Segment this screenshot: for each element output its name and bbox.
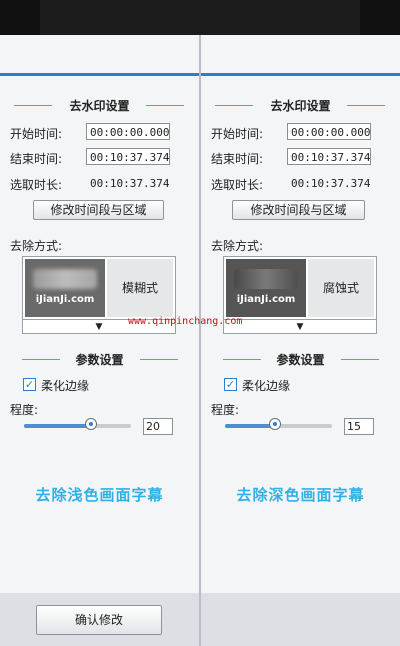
degree-slider-handle[interactable] xyxy=(85,418,98,430)
settings-panel-right: 去水印设置 开始时间: 00:00:00.000 结束时间: 00:10:37.… xyxy=(201,35,400,646)
caption-dark-subtitles: 去除深色画面字幕 xyxy=(236,486,365,504)
watermark-site-text: www.qinpinchang.com xyxy=(128,316,243,327)
method-dropdown[interactable]: ▼ xyxy=(223,320,377,334)
chevron-down-icon: ▼ xyxy=(296,322,304,332)
panel-accent-bar xyxy=(201,73,400,76)
thumbnail-watermark-text: iJianJi.com xyxy=(35,294,95,305)
end-time-field[interactable]: 00:10:37.374 xyxy=(287,148,371,165)
settings-panel-left: 去水印设置 开始时间: 00:00:00.000 结束时间: 00:10:37.… xyxy=(0,35,199,646)
start-time-label: 开始时间: xyxy=(211,127,264,141)
start-time-field[interactable]: 00:00:00.000 xyxy=(86,123,170,140)
modify-range-button[interactable]: 修改时间段与区域 xyxy=(232,200,365,220)
degree-input[interactable]: 20 xyxy=(143,418,173,435)
end-time-label: 结束时间: xyxy=(10,152,63,166)
method-thumbnail: iJianJi.com xyxy=(25,259,105,317)
degree-slider-fill xyxy=(225,424,276,428)
start-time-field[interactable]: 00:00:00.000 xyxy=(287,123,371,140)
soften-edge-label: 柔化边缘 xyxy=(41,379,90,393)
method-name: 腐蚀式 xyxy=(308,259,374,317)
top-bar xyxy=(0,0,400,35)
duration-value: 00:10:37.374 xyxy=(90,177,170,190)
section-title: 去水印设置 xyxy=(69,99,130,113)
checkmark-icon: ✓ xyxy=(225,378,236,391)
params-title: 参数设置 xyxy=(276,353,325,367)
degree-slider-fill xyxy=(24,424,92,428)
panel-footer: 确认修改 xyxy=(0,593,199,646)
removal-method-selector[interactable]: iJianJi.com 模糊式 xyxy=(22,256,176,320)
method-thumbnail: iJianJi.com xyxy=(226,259,306,317)
end-time-label: 结束时间: xyxy=(211,152,264,166)
chevron-down-icon: ▼ xyxy=(95,322,103,332)
section-params: 参数设置 xyxy=(201,351,400,367)
panel-footer xyxy=(201,593,400,646)
modify-range-button[interactable]: 修改时间段与区域 xyxy=(33,200,164,220)
confirm-modify-button[interactable]: 确认修改 xyxy=(36,605,162,635)
section-params: 参数设置 xyxy=(0,351,199,367)
top-bar-right-block xyxy=(360,0,400,35)
removal-method-selector[interactable]: iJianJi.com 腐蚀式 xyxy=(223,256,377,320)
section-watermark-settings: 去水印设置 xyxy=(0,97,199,113)
removal-method-label: 去除方式: xyxy=(10,239,63,253)
removal-method-label: 去除方式: xyxy=(211,239,264,253)
caption-light-subtitles: 去除浅色画面字幕 xyxy=(35,486,164,504)
section-title: 去水印设置 xyxy=(270,99,331,113)
soften-edge-checkbox[interactable]: ✓ xyxy=(23,378,36,391)
method-name: 模糊式 xyxy=(107,259,173,317)
end-time-field[interactable]: 00:10:37.374 xyxy=(86,148,170,165)
panel-accent-bar xyxy=(0,73,199,76)
top-bar-left-block xyxy=(0,0,40,35)
degree-label: 程度: xyxy=(211,403,240,417)
degree-slider[interactable] xyxy=(24,424,131,428)
degree-slider-handle[interactable] xyxy=(269,418,282,430)
params-title: 参数设置 xyxy=(75,353,124,367)
duration-label: 选取时长: xyxy=(10,178,63,192)
duration-label: 选取时长: xyxy=(211,178,264,192)
soften-edge-checkbox[interactable]: ✓ xyxy=(224,378,237,391)
duration-value: 00:10:37.374 xyxy=(291,177,371,190)
thumbnail-watermark-text: iJianJi.com xyxy=(236,294,296,305)
start-time-label: 开始时间: xyxy=(10,127,63,141)
checkmark-icon: ✓ xyxy=(24,378,35,391)
soften-edge-label: 柔化边缘 xyxy=(242,379,291,393)
degree-input[interactable]: 15 xyxy=(344,418,374,435)
degree-label: 程度: xyxy=(10,403,39,417)
section-watermark-settings: 去水印设置 xyxy=(201,97,400,113)
